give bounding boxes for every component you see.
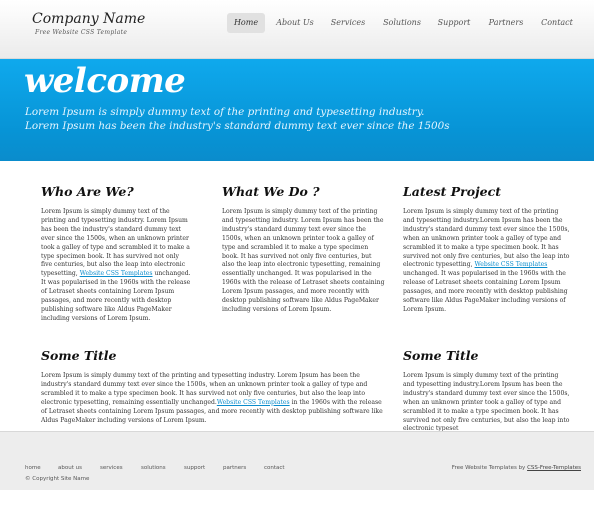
footer-link-about-us[interactable]: about us bbox=[58, 465, 82, 471]
bottom-spacer bbox=[0, 490, 594, 512]
section-text: Lorem Ipsum is simply dummy text of the … bbox=[222, 208, 385, 313]
website-css-templates-link[interactable]: Website CSS Templates bbox=[80, 270, 153, 277]
main-nav: Home About Us Services Solutions Support… bbox=[0, 13, 594, 33]
site-footer: home about us services solutions support… bbox=[0, 431, 594, 490]
copyright-text: © Copyright Site Name bbox=[25, 476, 90, 482]
nav-partners[interactable]: Partners bbox=[484, 13, 528, 33]
section-some-title-right: Some Title Lorem Ipsum is simply dummy t… bbox=[403, 348, 571, 432]
text-part: unchanged. It was popularised in the 196… bbox=[41, 270, 191, 322]
footer-credit: Free Website Templates by CSS-Free-Templ… bbox=[452, 465, 581, 471]
footer-link-services[interactable]: services bbox=[100, 465, 123, 471]
banner-text-line-2: Lorem Ipsum has been the industry's stan… bbox=[25, 120, 450, 132]
footer-link-solutions[interactable]: solutions bbox=[141, 465, 166, 471]
website-css-templates-link[interactable]: Website CSS Templates bbox=[475, 261, 548, 268]
text-part: Lorem Ipsum is simply dummy text of the … bbox=[403, 208, 570, 269]
section-latest-project: Latest Project Lorem Ipsum is simply dum… bbox=[403, 184, 571, 315]
banner-title: welcome bbox=[24, 61, 186, 101]
section-some-title: Some Title Lorem Ipsum is simply dummy t… bbox=[41, 348, 386, 425]
css-free-templates-link[interactable]: CSS-Free-Templates bbox=[527, 465, 581, 471]
section-what-we-do: What We Do ? Lorem Ipsum is simply dummy… bbox=[222, 184, 385, 315]
section-heading: Some Title bbox=[403, 348, 479, 363]
section-text: Lorem Ipsum is simply dummy text of the … bbox=[41, 208, 191, 324]
text-part: Lorem Ipsum is simply dummy text of the … bbox=[403, 372, 570, 432]
section-who-are-we: Who Are We? Lorem Ipsum is simply dummy … bbox=[41, 184, 191, 324]
website-css-templates-link[interactable]: Website CSS Templates bbox=[217, 399, 290, 406]
section-text: Lorem Ipsum is simply dummy text of the … bbox=[41, 372, 386, 425]
nav-about-us[interactable]: About Us bbox=[271, 13, 319, 33]
welcome-banner: welcome Lorem Ipsum is simply dummy text… bbox=[0, 59, 594, 161]
footer-link-partners[interactable]: partners bbox=[223, 465, 246, 471]
banner-text-line-1: Lorem Ipsum is simply dummy text of the … bbox=[25, 106, 425, 118]
nav-home[interactable]: Home bbox=[227, 13, 265, 33]
footer-link-home[interactable]: home bbox=[25, 465, 41, 471]
text-part: Lorem Ipsum is simply dummy text of the … bbox=[41, 208, 190, 278]
section-heading: Who Are We? bbox=[41, 184, 134, 199]
footer-link-support[interactable]: support bbox=[184, 465, 205, 471]
text-part: unchanged. It was popularised in the 196… bbox=[403, 270, 568, 313]
site-header: Company Name Free Website CSS Template H… bbox=[0, 0, 594, 59]
nav-support[interactable]: Support bbox=[434, 13, 474, 33]
section-text: Lorem Ipsum is simply dummy text of the … bbox=[403, 372, 571, 432]
nav-solutions[interactable]: Solutions bbox=[380, 13, 424, 33]
nav-services[interactable]: Services bbox=[327, 13, 369, 33]
footer-link-contact[interactable]: contact bbox=[264, 465, 285, 471]
credit-prefix: Free Website Templates by bbox=[451, 465, 528, 471]
nav-contact[interactable]: Contact bbox=[536, 13, 578, 33]
section-text: Lorem Ipsum is simply dummy text of the … bbox=[403, 208, 571, 315]
section-heading: Latest Project bbox=[403, 184, 501, 199]
section-heading: Some Title bbox=[41, 348, 117, 363]
section-heading: What We Do ? bbox=[222, 184, 320, 199]
